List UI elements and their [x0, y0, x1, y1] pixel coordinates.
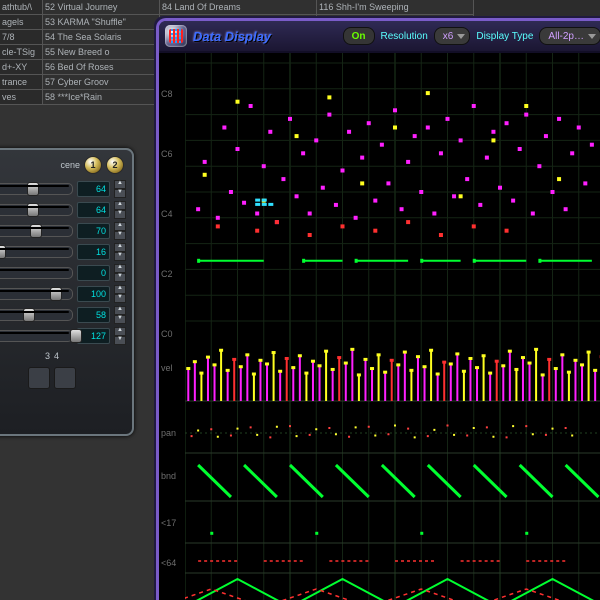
- mixer-slider[interactable]: [0, 267, 73, 279]
- pad-label-4: 4: [54, 351, 59, 361]
- track-cell[interactable]: cle-TSig: [0, 45, 42, 60]
- track-cell[interactable]: 84 Land Of Dreams: [160, 0, 316, 15]
- mixer-slider[interactable]: [0, 225, 73, 237]
- mixer-spinner[interactable]: ▲▼: [114, 264, 124, 282]
- chevron-down-icon: [457, 34, 465, 39]
- pad-label-3: 3: [45, 351, 50, 361]
- track-cell[interactable]: trance: [0, 75, 42, 90]
- y-label: C4: [161, 209, 173, 219]
- scene-button-2[interactable]: 2: [106, 156, 124, 174]
- y-axis-labels: C8C6C4C2C0velpanbnd<17<6464>: [161, 53, 183, 600]
- mixer-value[interactable]: 0: [77, 265, 110, 281]
- mixer-slider[interactable]: [0, 330, 73, 342]
- track-cell[interactable]: agels: [0, 15, 42, 30]
- data-display-header[interactable]: Data Display On Resolution x6 Display Ty…: [159, 21, 600, 53]
- mixer-row: 100▲▼: [0, 285, 124, 303]
- mixer-value[interactable]: 70: [77, 223, 110, 239]
- scene-button-1[interactable]: 1: [84, 156, 102, 174]
- track-cell[interactable]: d+-XY: [0, 60, 42, 75]
- on-toggle[interactable]: On: [343, 27, 375, 45]
- display-type-value: All-2p…: [548, 31, 584, 42]
- y-label: C2: [161, 269, 173, 279]
- mixer-slider[interactable]: [0, 309, 73, 321]
- y-label: <17: [161, 518, 176, 528]
- y-label: C0: [161, 329, 173, 339]
- chevron-down-icon: [588, 34, 596, 39]
- track-cell[interactable]: 116 Shh-I'm Sweeping: [317, 0, 473, 15]
- plot-canvas: [185, 53, 600, 600]
- mixer-row: 16▲▼: [0, 243, 124, 261]
- mixer-spinner[interactable]: ▲▼: [114, 180, 124, 198]
- mixer-slider[interactable]: [0, 246, 73, 258]
- mixer-spinner[interactable]: ▲▼: [114, 285, 124, 303]
- mixer-value[interactable]: 64: [77, 181, 110, 197]
- scene-label: cene: [60, 160, 80, 170]
- mixer-spinner[interactable]: ▲▼: [114, 327, 124, 345]
- mixer-spinner[interactable]: ▲▼: [114, 201, 124, 219]
- mixer-slider[interactable]: [0, 204, 73, 216]
- y-label: vel: [161, 363, 173, 373]
- track-cell[interactable]: 54 The Sea Solaris: [43, 30, 159, 45]
- display-type-select[interactable]: All-2p…: [539, 27, 600, 45]
- resolution-value: x6: [443, 31, 454, 42]
- mixer-slider[interactable]: [0, 183, 73, 195]
- track-cell[interactable]: 53 KARMA "Shuffle": [43, 15, 159, 30]
- mixer-value[interactable]: 16: [77, 244, 110, 260]
- mixer-row: 0▲▼: [0, 264, 124, 282]
- display-type-label: Display Type: [476, 31, 533, 42]
- y-label: C6: [161, 149, 173, 159]
- track-cell[interactable]: 58 ***Ice*Rain: [43, 90, 159, 105]
- track-cell[interactable]: athtub/\: [0, 0, 42, 15]
- mixer-slider[interactable]: [0, 288, 73, 300]
- mixer-value[interactable]: 64: [77, 202, 110, 218]
- mixer-row: 127▲▼: [0, 327, 124, 345]
- track-cell[interactable]: 7/8: [0, 30, 42, 45]
- plot-area[interactable]: C8C6C4C2C0velpanbnd<17<6464>: [159, 53, 600, 600]
- y-label: <64: [161, 558, 176, 568]
- track-cell[interactable]: 52 Virtual Journey: [43, 0, 159, 15]
- mixer-spinner[interactable]: ▲▼: [114, 222, 124, 240]
- data-display-window: Data Display On Resolution x6 Display Ty…: [156, 18, 600, 600]
- data-display-icon: [165, 25, 187, 47]
- track-cell[interactable]: 57 Cyber Groov: [43, 75, 159, 90]
- y-label: C8: [161, 89, 173, 99]
- pad-button[interactable]: [28, 367, 50, 389]
- mixer-row: 64▲▼: [0, 180, 124, 198]
- mixer-spinner[interactable]: ▲▼: [114, 306, 124, 324]
- track-cell[interactable]: 55 New Breed o: [43, 45, 159, 60]
- track-cell[interactable]: 56 Bed Of Roses: [43, 60, 159, 75]
- mixer-row: 70▲▼: [0, 222, 124, 240]
- resolution-label: Resolution: [381, 31, 428, 42]
- y-label: bnd: [161, 471, 176, 481]
- mixer-value[interactable]: 100: [77, 286, 110, 302]
- mixer-spinner[interactable]: ▲▼: [114, 243, 124, 261]
- mixer-row: 58▲▼: [0, 306, 124, 324]
- y-label: pan: [161, 428, 176, 438]
- pad-button[interactable]: [54, 367, 76, 389]
- mixer-value[interactable]: 58: [77, 307, 110, 323]
- mixer-row: 64▲▼: [0, 201, 124, 219]
- resolution-select[interactable]: x6: [434, 27, 471, 45]
- track-cell[interactable]: ves: [0, 90, 42, 105]
- window-title: Data Display: [193, 29, 271, 44]
- mixer-panel: cene 1 2 64▲▼64▲▼70▲▼16▲▼0▲▼100▲▼58▲▼127…: [0, 148, 134, 436]
